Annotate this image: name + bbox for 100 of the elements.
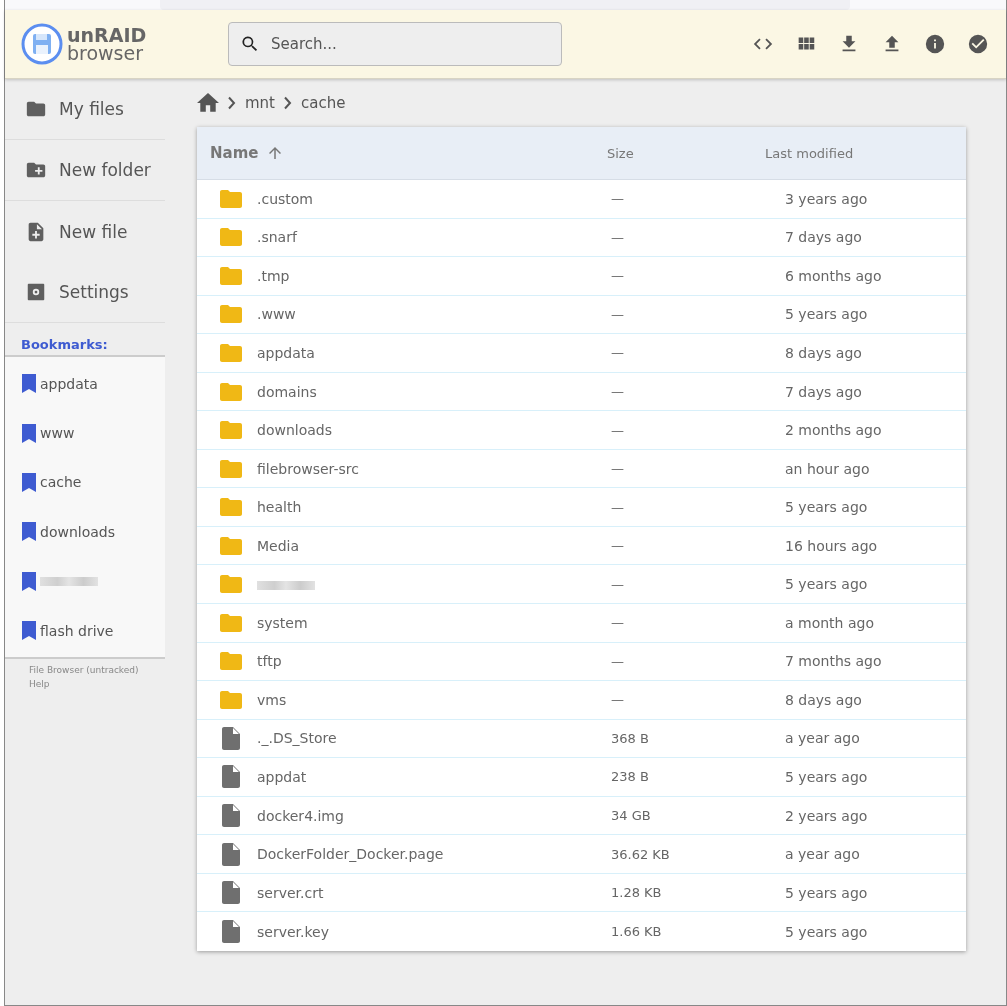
modified-time: 7 months ago <box>785 653 883 670</box>
file-size: — <box>611 229 625 245</box>
file-name: .custom <box>257 190 314 207</box>
logo-title: unRAID <box>67 26 147 44</box>
folder-icon <box>219 342 243 363</box>
modified-time: 8 days ago <box>785 691 863 708</box>
folder-icon <box>219 497 243 518</box>
file-row[interactable]: health — 5 years ago <box>197 488 966 527</box>
modified-time: 7 days ago <box>785 229 863 246</box>
file-row[interactable]: system — a month ago <box>197 604 966 643</box>
help-link[interactable]: Help <box>29 679 50 690</box>
file-size: — <box>611 499 625 515</box>
breadcrumb-link[interactable]: cache <box>301 94 346 112</box>
folder-icon <box>219 304 243 325</box>
folder-icon <box>219 265 243 286</box>
file-row[interactable]: appdat 238 B 5 years ago <box>197 758 966 797</box>
file-row[interactable]: .custom — 3 years ago <box>197 180 966 219</box>
column-header[interactable]: Size <box>592 144 765 162</box>
file-row[interactable]: .www — 5 years ago <box>197 295 966 335</box>
file-name: Media <box>257 537 301 554</box>
file-name: DockerFolder_Docker.page <box>257 846 445 863</box>
sidebar-item[interactable]: New folder <box>5 140 165 201</box>
search-field[interactable]: Search... <box>228 22 562 66</box>
modified-time: a year ago <box>785 846 861 863</box>
file-size: 238 B <box>611 769 650 785</box>
file-row[interactable]: filebrowser-src — an hour ago <box>197 449 966 489</box>
info-button[interactable] <box>923 32 947 56</box>
file-size: — <box>611 345 625 361</box>
file-icon <box>222 920 240 944</box>
file-size: — <box>611 422 625 438</box>
sidebar-item[interactable]: Settings <box>5 262 165 323</box>
file-name: downloads <box>257 422 333 439</box>
file-row[interactable]: .snarf — 7 days ago <box>197 218 966 258</box>
file-size: — <box>611 191 625 207</box>
file-row[interactable]: server.key 1.66 KB 5 years ago <box>197 912 966 951</box>
file-row[interactable]: docker4.img 34 GB 2 years ago <box>197 796 966 836</box>
bookmark-link[interactable]: appdata <box>5 359 165 409</box>
folder-icon <box>219 651 243 672</box>
file-row[interactable]: domains — 7 days ago <box>197 372 966 412</box>
bookmark-link[interactable]: downloads <box>5 507 165 557</box>
file-row[interactable]: — 5 years ago <box>197 565 966 604</box>
folder-icon <box>219 458 243 479</box>
file-name: appdat <box>257 768 308 785</box>
folder-icon <box>219 381 243 402</box>
folder-icon <box>219 420 243 441</box>
modified-time: 7 days ago <box>785 383 863 400</box>
modified-time: 5 years ago <box>785 499 869 516</box>
modified-time: 5 years ago <box>785 884 869 901</box>
file-name: health <box>257 499 303 516</box>
bookmarks-heading: Bookmarks: <box>20 336 109 354</box>
file-row[interactable]: DockerFolder_Docker.page 36.62 KB a year ago <box>197 835 966 874</box>
bookmark-link[interactable]: cache <box>5 457 165 508</box>
folder-icon <box>219 227 243 248</box>
file-name: filebrowser-src <box>257 460 360 477</box>
folder-icon <box>219 689 243 710</box>
bookmark-icon <box>22 374 36 394</box>
file-size: — <box>611 576 625 592</box>
modified-time: 5 years ago <box>785 306 869 323</box>
bookmark-link[interactable]: www <box>5 408 165 458</box>
sidebar-item[interactable]: My files <box>5 79 165 140</box>
file-row[interactable]: tftp — 7 months ago <box>197 642 966 682</box>
logo-subtitle: browser <box>67 44 145 62</box>
file-row[interactable]: server.crt 1.28 KB 5 years ago <box>197 873 966 913</box>
home-icon[interactable] <box>197 93 219 113</box>
column-header[interactable]: Last modified <box>765 144 966 162</box>
file-size: 36.62 KB <box>611 846 671 862</box>
file-name: system <box>257 614 309 631</box>
modified-time: 2 years ago <box>785 807 869 824</box>
modified-time: an hour ago <box>785 460 871 477</box>
gear-icon <box>25 281 47 303</box>
sidebar-item[interactable]: New file <box>5 201 165 262</box>
file-name: server.crt <box>257 884 325 901</box>
bookmark-icon <box>22 522 36 542</box>
check-button[interactable] <box>966 32 990 56</box>
file-size: — <box>611 306 625 322</box>
modified-time: 2 months ago <box>785 422 883 439</box>
file-size: 368 B <box>611 730 650 746</box>
bookmark-icon <box>22 571 36 591</box>
file-name: domains <box>257 383 318 400</box>
chevron-right-icon <box>283 96 293 110</box>
chevron-right-icon <box>227 96 237 110</box>
breadcrumb-link[interactable]: mnt <box>245 94 275 112</box>
file-row[interactable]: vms — 8 days ago <box>197 681 966 720</box>
bookmark-icon <box>22 472 36 492</box>
column-header[interactable]: Name <box>197 143 592 163</box>
file-row[interactable]: Media — 16 hours ago <box>197 526 966 566</box>
modified-time: 8 days ago <box>785 344 863 361</box>
file-name: server.key <box>257 923 330 940</box>
file-row[interactable]: .tmp — 6 months ago <box>197 257 966 296</box>
file-size: — <box>611 538 625 554</box>
file-icon <box>222 804 240 827</box>
file-icon <box>222 842 240 866</box>
file-name: .snarf <box>257 229 299 246</box>
file-row[interactable]: appdata — 8 days ago <box>197 334 966 373</box>
file-name: tftp <box>257 653 283 670</box>
bookmark-link[interactable]: flash drive <box>5 605 165 656</box>
file-size: — <box>611 268 625 284</box>
file-size: — <box>611 653 625 669</box>
file-row[interactable]: ._.DS_Store 368 B a year ago <box>197 719 966 759</box>
file-row[interactable]: downloads — 2 months ago <box>197 411 966 450</box>
